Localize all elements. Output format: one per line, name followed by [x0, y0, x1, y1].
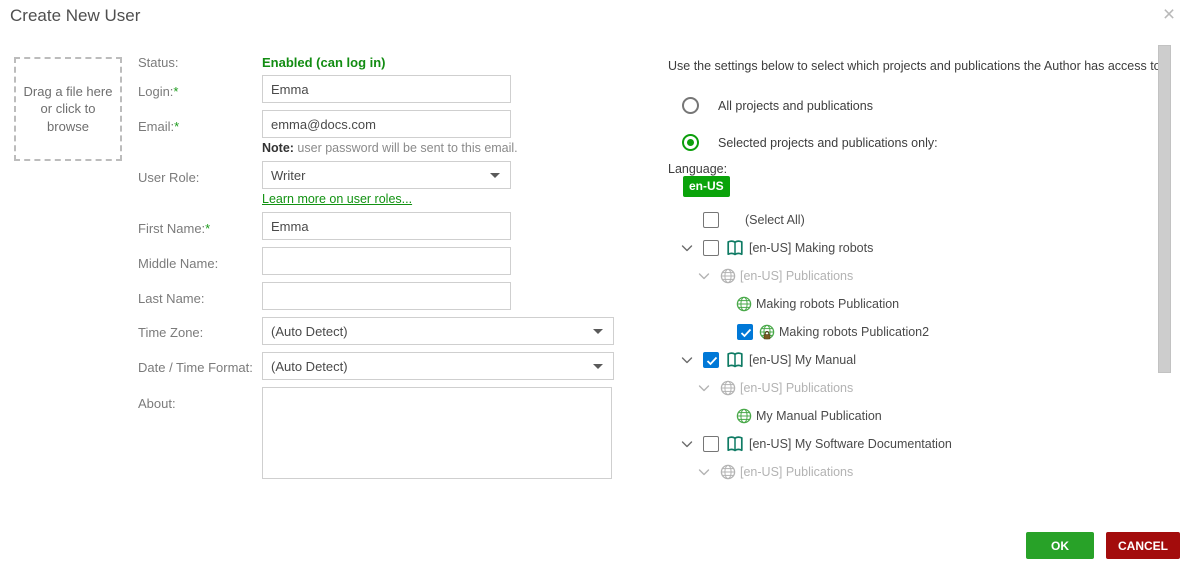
tree-label: [en-US] Publications: [740, 269, 854, 283]
tree-row-project-my-manual[interactable]: [en-US] My Manual: [681, 346, 856, 374]
project-book-icon: [727, 240, 743, 256]
checkbox-checked[interactable]: [703, 352, 719, 368]
globe-green-icon: [736, 296, 752, 312]
avatar-dropzone[interactable]: Drag a file here or click to browse: [14, 57, 122, 161]
time-zone-label: Time Zone:: [138, 325, 204, 340]
middle-name-input[interactable]: [262, 247, 511, 275]
tree-row-project-my-software-documentation[interactable]: [en-US] My Software Documentation: [681, 430, 952, 458]
tree-label: [en-US] My Software Documentation: [749, 437, 952, 451]
last-name-input[interactable]: [262, 282, 511, 310]
tree-row-publication-making-robots2[interactable]: Making robots Publication2: [737, 318, 929, 346]
cancel-button[interactable]: CANCEL: [1106, 532, 1180, 559]
close-icon[interactable]: ×: [1158, 4, 1180, 26]
scrollbar-thumb[interactable]: [1158, 45, 1171, 373]
middle-name-label: Middle Name:: [138, 256, 219, 271]
tree-row-select-all[interactable]: (Select All): [703, 206, 805, 234]
chevron-down-icon: [490, 172, 500, 178]
project-book-icon: [727, 436, 743, 452]
globe-green-icon: [736, 408, 752, 424]
required-asterisk: *: [205, 221, 211, 236]
first-name-input[interactable]: [262, 212, 511, 240]
chevron-down-icon[interactable]: [698, 270, 710, 282]
email-label: Email:*: [138, 119, 180, 134]
required-asterisk: *: [174, 119, 180, 134]
radio-selected-label: Selected projects and publications only:: [718, 135, 938, 150]
language-label: Language:: [668, 162, 728, 176]
email-input[interactable]: [262, 110, 511, 138]
globe-gray-icon: [720, 464, 736, 480]
dropzone-text: Drag a file here or click to browse: [23, 83, 113, 134]
checkbox-unchecked[interactable]: [703, 240, 719, 256]
status-label: Status:: [138, 55, 179, 70]
chevron-down-icon[interactable]: [681, 438, 693, 450]
tree-row-publications-folder[interactable]: [en-US] Publications: [698, 458, 853, 486]
tree-label: [en-US] Publications: [740, 465, 854, 479]
tree-label: [en-US] Publications: [740, 381, 854, 395]
checkbox-unchecked[interactable]: [703, 436, 719, 452]
ok-button[interactable]: OK: [1026, 532, 1094, 559]
tree-row-publications-folder[interactable]: [en-US] Publications: [698, 262, 853, 290]
user-role-select[interactable]: Writer: [262, 161, 511, 189]
time-zone-value: (Auto Detect): [271, 323, 348, 339]
chevron-down-icon: [593, 328, 603, 334]
project-book-icon: [727, 352, 743, 368]
tree-row-project-making-robots[interactable]: [en-US] Making robots: [681, 234, 873, 262]
radio-selected-projects[interactable]: Selected projects and publications only:: [682, 134, 938, 151]
tree-row-publications-folder[interactable]: [en-US] Publications: [698, 374, 853, 402]
access-intro-text: Use the settings below to select which p…: [668, 59, 1165, 73]
dialog-title: Create New User: [10, 6, 141, 25]
tree-label: Making robots Publication: [756, 297, 900, 311]
globe-gray-icon: [720, 268, 736, 284]
time-zone-select[interactable]: (Auto Detect): [262, 317, 614, 345]
status-value: Enabled (can log in): [262, 55, 386, 70]
radio-selected-icon[interactable]: [682, 134, 699, 151]
chevron-down-icon: [593, 363, 603, 369]
tree-label: My Manual Publication: [756, 409, 882, 423]
login-input[interactable]: [262, 75, 511, 103]
date-format-select[interactable]: (Auto Detect): [262, 352, 614, 380]
checkbox-checked[interactable]: [737, 324, 753, 340]
login-label: Login:*: [138, 84, 179, 99]
date-format-label: Date / Time Format:: [138, 360, 253, 375]
globe-gray-icon: [720, 380, 736, 396]
user-role-value: Writer: [271, 167, 306, 183]
tree-label: (Select All): [745, 213, 805, 227]
user-role-label: User Role:: [138, 170, 200, 185]
tree-label: [en-US] My Manual: [749, 353, 856, 367]
radio-all-label: All projects and publications: [718, 98, 873, 113]
checkbox-unchecked[interactable]: [703, 212, 719, 228]
chevron-down-icon[interactable]: [698, 382, 710, 394]
tree-row-publication-making-robots[interactable]: Making robots Publication: [736, 290, 899, 318]
chevron-down-icon[interactable]: [698, 466, 710, 478]
radio-unselected-icon[interactable]: [682, 97, 699, 114]
first-name-label: First Name:*: [138, 221, 211, 236]
last-name-label: Last Name:: [138, 291, 205, 306]
date-format-value: (Auto Detect): [271, 358, 348, 374]
about-label: About:: [138, 396, 176, 411]
required-asterisk: *: [173, 84, 179, 99]
create-new-user-dialog: Create New User × Drag a file here or cl…: [0, 0, 1187, 566]
user-roles-link[interactable]: Learn more on user roles...: [262, 192, 412, 206]
tree-label: [en-US] Making robots: [749, 241, 874, 255]
chevron-down-icon[interactable]: [681, 354, 693, 366]
globe-lock-icon: [759, 324, 775, 340]
chevron-down-icon[interactable]: [681, 242, 693, 254]
radio-all-projects[interactable]: All projects and publications: [682, 97, 873, 114]
tree-row-publication-my-manual[interactable]: My Manual Publication: [736, 402, 882, 430]
tree-label: Making robots Publication2: [779, 325, 930, 339]
language-badge[interactable]: en-US: [683, 176, 730, 197]
about-textarea[interactable]: [262, 387, 612, 479]
password-note: Note: user password will be sent to this…: [262, 141, 518, 155]
